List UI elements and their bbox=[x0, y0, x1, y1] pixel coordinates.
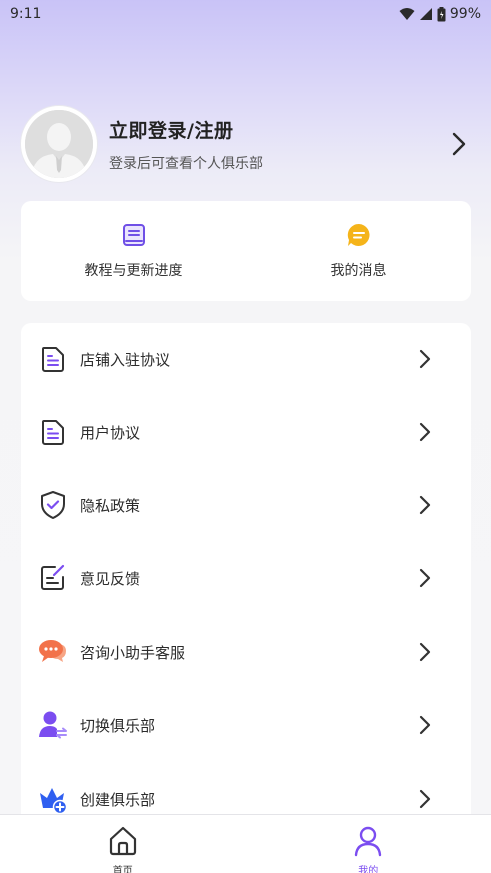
tab-mine-label: 我的 bbox=[358, 866, 379, 873]
chevron-right-icon bbox=[419, 421, 435, 443]
document-icon bbox=[38, 417, 68, 447]
battery-icon bbox=[437, 6, 446, 22]
chevron-right-icon bbox=[419, 714, 435, 736]
chevron-right-icon bbox=[419, 348, 435, 370]
user-switch-icon bbox=[38, 710, 68, 740]
settings-menu: 店铺入驻协议 用户协议 隐私政策 意见反馈 咨询小助手客服 切换俱乐部 创建俱乐… bbox=[21, 323, 471, 843]
chat-bubble-icon bbox=[38, 637, 68, 667]
quick-actions-card: 教程与更新进度 我的消息 bbox=[21, 201, 471, 301]
tutorial-progress-button[interactable]: 教程与更新进度 bbox=[21, 201, 246, 301]
message-icon bbox=[346, 222, 372, 252]
chevron-right-icon bbox=[419, 494, 435, 516]
my-messages-label: 我的消息 bbox=[330, 263, 387, 279]
menu-item-switch-club[interactable]: 切换俱乐部 bbox=[21, 705, 471, 745]
menu-item-label: 创建俱乐部 bbox=[80, 790, 156, 809]
menu-item-user-agreement[interactable]: 用户协议 bbox=[21, 412, 471, 452]
battery-percent: 99% bbox=[449, 6, 481, 22]
chevron-right-icon[interactable] bbox=[447, 129, 471, 159]
menu-item-feedback[interactable]: 意见反馈 bbox=[21, 558, 471, 598]
menu-item-label: 意见反馈 bbox=[80, 569, 141, 588]
shield-check-icon bbox=[38, 490, 68, 520]
menu-item-label: 用户协议 bbox=[80, 423, 141, 442]
menu-item-customer-service[interactable]: 咨询小助手客服 bbox=[21, 632, 471, 672]
home-icon bbox=[107, 825, 139, 861]
chevron-right-icon bbox=[419, 641, 435, 663]
my-messages-button[interactable]: 我的消息 bbox=[246, 201, 471, 301]
status-icons: 99% bbox=[399, 6, 481, 22]
menu-item-label: 店铺入驻协议 bbox=[80, 350, 171, 369]
chevron-right-icon bbox=[419, 567, 435, 589]
document-icon bbox=[38, 344, 68, 374]
tab-home[interactable]: 首页 bbox=[0, 815, 246, 873]
bottom-tab-bar: 首页 我的 bbox=[0, 814, 491, 873]
menu-item-label: 隐私政策 bbox=[80, 496, 141, 515]
menu-item-create-club[interactable]: 创建俱乐部 bbox=[21, 779, 471, 819]
menu-item-label: 切换俱乐部 bbox=[80, 716, 156, 735]
menu-item-label: 咨询小助手客服 bbox=[80, 643, 186, 662]
crown-add-icon bbox=[38, 784, 68, 814]
tab-mine[interactable]: 我的 bbox=[246, 815, 491, 873]
login-text: 立即登录/注册 登录后可查看个人俱乐部 bbox=[109, 116, 447, 173]
person-icon bbox=[352, 825, 384, 861]
menu-item-privacy-policy[interactable]: 隐私政策 bbox=[21, 485, 471, 525]
default-avatar-icon bbox=[25, 110, 93, 178]
login-banner[interactable]: 立即登录/注册 登录后可查看个人俱乐部 bbox=[21, 106, 471, 182]
book-icon bbox=[121, 222, 147, 252]
tutorial-progress-label: 教程与更新进度 bbox=[84, 263, 183, 279]
chevron-right-icon bbox=[419, 788, 435, 810]
edit-note-icon bbox=[38, 563, 68, 593]
tab-home-label: 首页 bbox=[112, 866, 133, 873]
avatar[interactable] bbox=[21, 106, 97, 182]
menu-item-store-agreement[interactable]: 店铺入驻协议 bbox=[21, 339, 471, 379]
login-title[interactable]: 立即登录/注册 bbox=[109, 116, 447, 143]
status-bar: 9:11 99% bbox=[0, 0, 491, 28]
status-time: 9:11 bbox=[10, 6, 42, 22]
signal-icon bbox=[419, 7, 433, 21]
login-subtitle: 登录后可查看个人俱乐部 bbox=[109, 155, 263, 172]
wifi-icon bbox=[399, 7, 415, 21]
